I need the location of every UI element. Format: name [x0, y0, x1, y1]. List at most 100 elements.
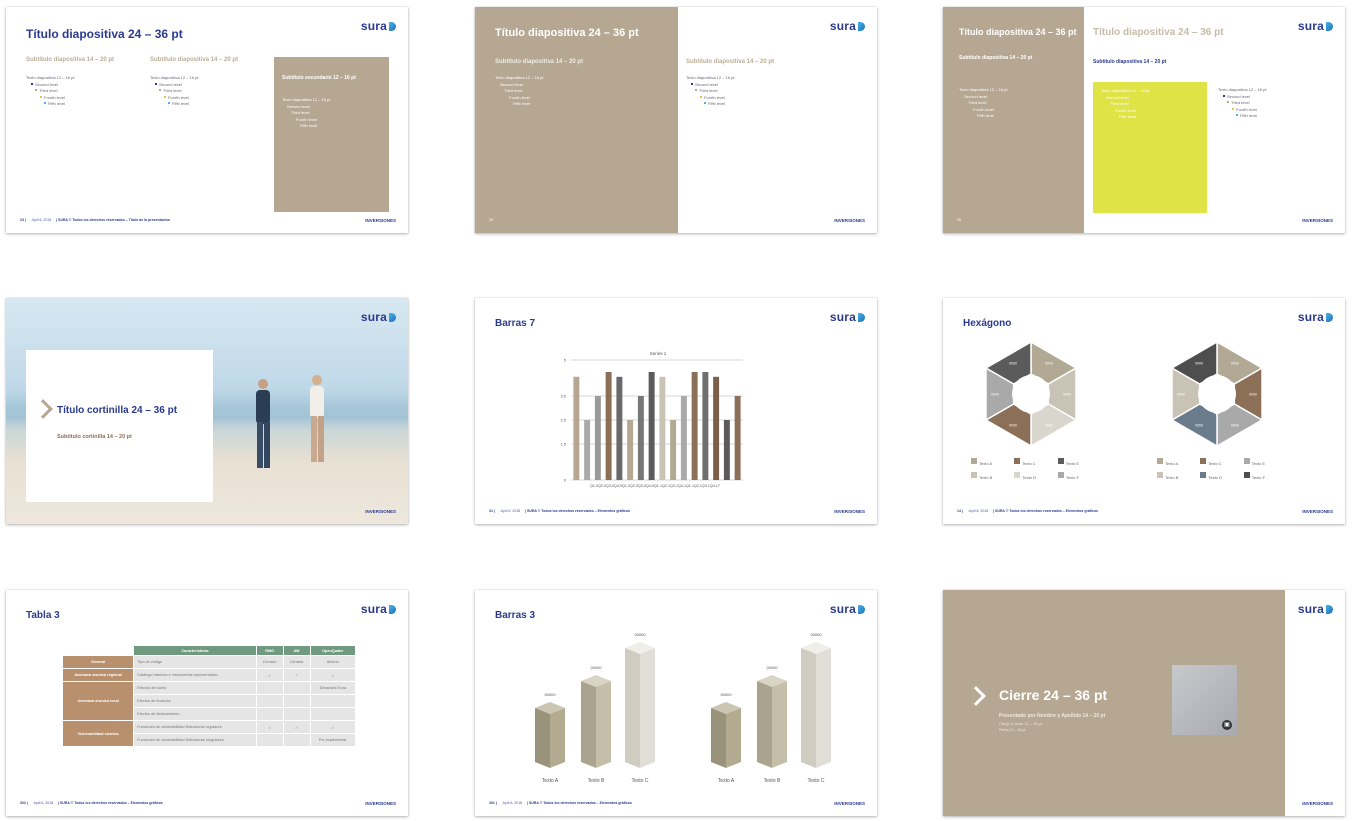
category-label: Texto B [588, 778, 605, 784]
bar [680, 396, 687, 480]
data-table: Características RMG AW OpenQuake General… [62, 645, 356, 747]
sura-swoosh-icon [389, 22, 396, 31]
slide-thumbnail-31[interactable]: sura Barras 7 Series 1 5 3.5 2.5 1.5 0 Q1-0Q… [475, 298, 877, 524]
left-panel [943, 7, 1084, 233]
legend-item: Texto B [1157, 472, 1178, 480]
sura-logo: sura [361, 19, 396, 33]
bar [594, 396, 601, 480]
sura-swoosh-icon [1326, 605, 1333, 614]
table-header: RMG [256, 646, 283, 655]
slide-footer: 14 | April 6, 2018 | SURA © Todos los de… [957, 509, 1098, 513]
camera-icon: ▣ [1222, 720, 1232, 730]
slide-footer: 301 | April 6, 2018 | SURA © Todos los d… [489, 801, 632, 805]
segment-label: 0000 [1045, 424, 1053, 428]
slide-title: Tabla 3 [26, 610, 60, 621]
slide-thumbnail-cierre[interactable]: sura Cierre 24 – 36 pt Presentado por No… [943, 590, 1345, 816]
y-tick-label: 0 [564, 478, 567, 483]
slide-thumbnail-301[interactable]: sura Barras 3 00000 Texto A 00000 Texto B 00… [475, 590, 877, 816]
y-tick-label: 3.5 [560, 394, 566, 399]
bar [702, 372, 709, 480]
bar [713, 376, 720, 480]
category-label: Texto C [808, 778, 825, 784]
segment-label: 0000 [1009, 361, 1017, 365]
bar [637, 396, 644, 480]
left-body: Texto diapositiva 12 – 16 pt Second level… [959, 87, 1008, 118]
3d-bar [711, 702, 741, 768]
legend-left: Texto A Texto C Texto E Texto B Texto D … [971, 458, 1131, 480]
3d-bar [625, 642, 655, 768]
hexagon-hole [1012, 375, 1050, 413]
legend-item: Texto E [1243, 458, 1265, 466]
data-label: 00000 [590, 665, 602, 670]
secondary-subtitle: Subtítulo secundario 12 – 16 pt [282, 75, 356, 81]
left-title: Título diapositiva 24 – 36 pt [959, 27, 1077, 37]
secondary-box: Subtítulo secundario 12 – 16 pt Texto di… [274, 57, 389, 212]
yellow-box: Texto diapositiva 12 – 16 pt Second level… [1093, 82, 1207, 213]
y-tick-label: 5 [564, 358, 567, 363]
bar [584, 420, 591, 480]
table-header: OpenQuake [310, 646, 355, 655]
hexagon-left: 0000 0000 0000 0000 0000 0000 [984, 340, 1078, 448]
bar-chart: Series 1 5 3.5 2.5 1.5 0 Q1-0Q2-0Q3-0Q4-0Q1-… [560, 351, 743, 488]
slide-thumbnail-24[interactable]: sura Título diapositiva 24 – 36 pt Subtí… [6, 7, 408, 233]
page-number: 26 [957, 218, 961, 222]
legend-item: Texto F [1243, 472, 1265, 480]
slide-thumbnail-26[interactable]: sura Título diapositiva 24 – 36 pt Subtí… [943, 7, 1345, 233]
data-label: 00000 [634, 632, 646, 637]
legend-item: Texto A [1157, 458, 1178, 466]
cortinilla-subtitle: Subtítulo cortinilla 14 – 20 pt [57, 434, 132, 440]
bar [605, 372, 612, 480]
slide-footer: 24 | April 6, 2018 | SURA © Todos los de… [20, 218, 170, 222]
data-label: 00000 [544, 692, 556, 697]
right-subtitle: Subtítulo diapositiva 14 – 20 pt [686, 59, 775, 65]
footer-brand: INVERSIONES [834, 801, 865, 806]
left-panel [475, 7, 678, 233]
legend-item: Texto E [1057, 458, 1079, 466]
slide-sorter-grid: sura Título diapositiva 24 – 36 pt Subtí… [0, 0, 1352, 821]
left-subtitle: Subtítulo diapositiva 14 – 20 pt [495, 59, 584, 65]
legend-item: Texto C [1014, 458, 1036, 466]
3d-bar [535, 702, 565, 768]
right-body: Texto diapositiva 12 – 16 pt Second level… [686, 75, 735, 106]
table-header: AW [283, 646, 310, 655]
table-header-row: Características RMG AW OpenQuake [63, 646, 355, 655]
3d-bar-chart: 00000 Texto A 00000 Texto B 00000 Texto C 0000… [535, 632, 831, 784]
man-figure [256, 379, 270, 468]
right-subtitle: Subtítulo diapositiva 14 – 20 pt [1093, 59, 1167, 65]
category-axis-labels: Q1-0Q2-0Q3-0Q4-0Q1-0Q2-0Q3-0Q4-0Q1-1Q2-1… [590, 484, 720, 488]
segment-label: 0000 [1231, 424, 1239, 428]
title-card: Título cortinilla 24 – 36 pt Subtítulo c… [26, 350, 213, 502]
hexagon-diagrams: 000000000000000000000000 0000000000000000… [984, 340, 1264, 448]
bar [691, 372, 698, 480]
category-label: Texto A [542, 778, 559, 784]
left-body: Texto diapositiva 12 – 16 pt Second level… [495, 75, 544, 106]
bar [648, 372, 655, 480]
3d-bar [581, 675, 611, 768]
legend-item: Texto B [971, 472, 992, 480]
slide-thumbnail-14[interactable]: sura Hexágono 0000 0000 0000 0000 0000 0000 00… [943, 298, 1345, 524]
column-subtitle: Subtítulo diapositiva 14 – 20 pt [26, 57, 115, 63]
body-text: Texto diapositiva 12 – 16 pt Second level… [150, 75, 199, 106]
slide-thumbnail-25[interactable]: sura Título diapositiva 24 – 36 pt Subtí… [475, 7, 877, 233]
y-tick-label: 2.5 [560, 418, 566, 423]
slide-thumbnail-303[interactable]: sura Tabla 3 Características RMG AW Open… [6, 590, 408, 816]
segment-label: 0000 [1009, 424, 1017, 428]
slide-footer: 303 | April 6, 2018 | SURA © Todos los d… [20, 801, 163, 805]
legend-right: Texto A Texto C Texto E Texto B Texto D … [1157, 458, 1327, 480]
table-header: Características [134, 646, 256, 655]
legend-item: Texto D [1200, 472, 1222, 480]
footer-brand: INVERSIONES [834, 218, 865, 223]
role-line: Cargo o título 12 – 16 pt [999, 721, 1042, 726]
hexagon-right: 0000 0000 0000 0000 0000 0000 [1170, 340, 1264, 448]
bar [734, 396, 741, 480]
segment-label: 0000 [1249, 393, 1257, 397]
footer-brand: INVERSIONES [834, 509, 865, 514]
slide-thumbnail-cortinilla[interactable]: sura Título cortinilla 24 – 36 pt Subtít… [6, 298, 408, 524]
slide-title: Título diapositiva 24 – 36 pt [495, 27, 639, 39]
footer-brand: INVERSIONES [365, 509, 396, 514]
3d-bar [757, 675, 787, 768]
segment-label: 0000 [1177, 393, 1185, 397]
segment-label: 0000 [991, 393, 999, 397]
column-subtitle: Subtítulo diapositiva 14 – 20 pt [150, 57, 239, 63]
sura-swoosh-icon [1326, 22, 1333, 31]
